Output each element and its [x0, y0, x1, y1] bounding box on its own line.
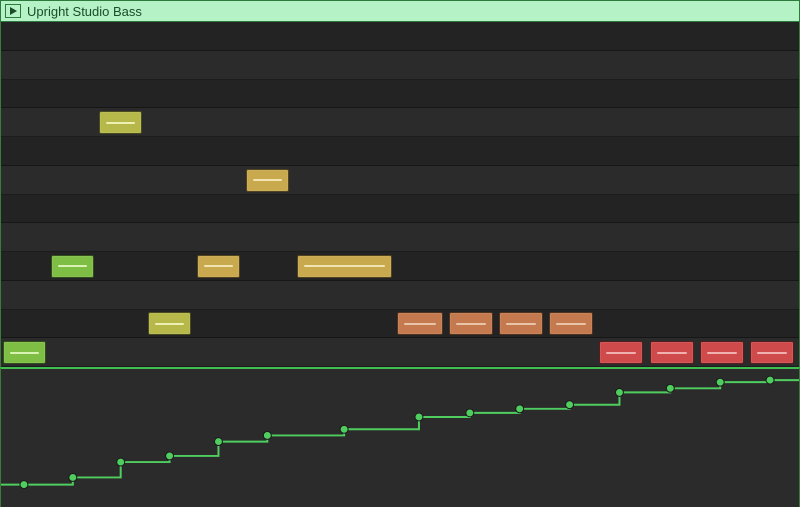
midi-note[interactable] [499, 312, 543, 335]
velocity-handle[interactable] [69, 474, 77, 482]
midi-note[interactable] [51, 255, 94, 278]
midi-note[interactable] [246, 169, 289, 192]
velocity-handle[interactable] [566, 401, 574, 409]
pitch-row[interactable] [1, 281, 799, 310]
midi-note[interactable] [700, 341, 744, 364]
velocity-handle[interactable] [263, 431, 271, 439]
pitch-row[interactable] [1, 195, 799, 224]
velocity-handle[interactable] [666, 384, 674, 392]
midi-note[interactable] [297, 255, 392, 278]
pitch-row[interactable] [1, 166, 799, 195]
velocity-handle[interactable] [340, 425, 348, 433]
midi-note[interactable] [650, 341, 694, 364]
velocity-handle[interactable] [20, 481, 28, 489]
velocity-lane[interactable] [0, 367, 800, 507]
midi-note[interactable] [750, 341, 794, 364]
region-header[interactable]: Upright Studio Bass [0, 0, 800, 22]
midi-note[interactable] [599, 341, 643, 364]
midi-note[interactable] [148, 312, 191, 335]
velocity-handle[interactable] [466, 409, 474, 417]
velocity-graph [1, 369, 799, 507]
pitch-row[interactable] [1, 51, 799, 80]
pitch-row[interactable] [1, 22, 799, 51]
velocity-handle[interactable] [766, 376, 774, 384]
pitch-row[interactable] [1, 80, 799, 109]
pitch-row[interactable] [1, 137, 799, 166]
velocity-handle[interactable] [117, 458, 125, 466]
velocity-handle[interactable] [716, 378, 724, 386]
midi-note[interactable] [197, 255, 240, 278]
pitch-row[interactable] [1, 223, 799, 252]
velocity-handle[interactable] [615, 388, 623, 396]
midi-note[interactable] [549, 312, 593, 335]
velocity-handle[interactable] [166, 452, 174, 460]
pitch-row[interactable] [1, 252, 799, 281]
midi-note[interactable] [3, 341, 46, 364]
play-button[interactable] [5, 4, 21, 18]
velocity-handle[interactable] [415, 413, 423, 421]
midi-note[interactable] [99, 111, 142, 134]
midi-note[interactable] [449, 312, 493, 335]
play-icon [9, 7, 17, 15]
piano-roll[interactable] [0, 22, 800, 367]
region-title: Upright Studio Bass [27, 4, 142, 19]
velocity-handle[interactable] [516, 405, 524, 413]
velocity-line [1, 380, 799, 485]
midi-note[interactable] [397, 312, 443, 335]
velocity-handle[interactable] [214, 438, 222, 446]
